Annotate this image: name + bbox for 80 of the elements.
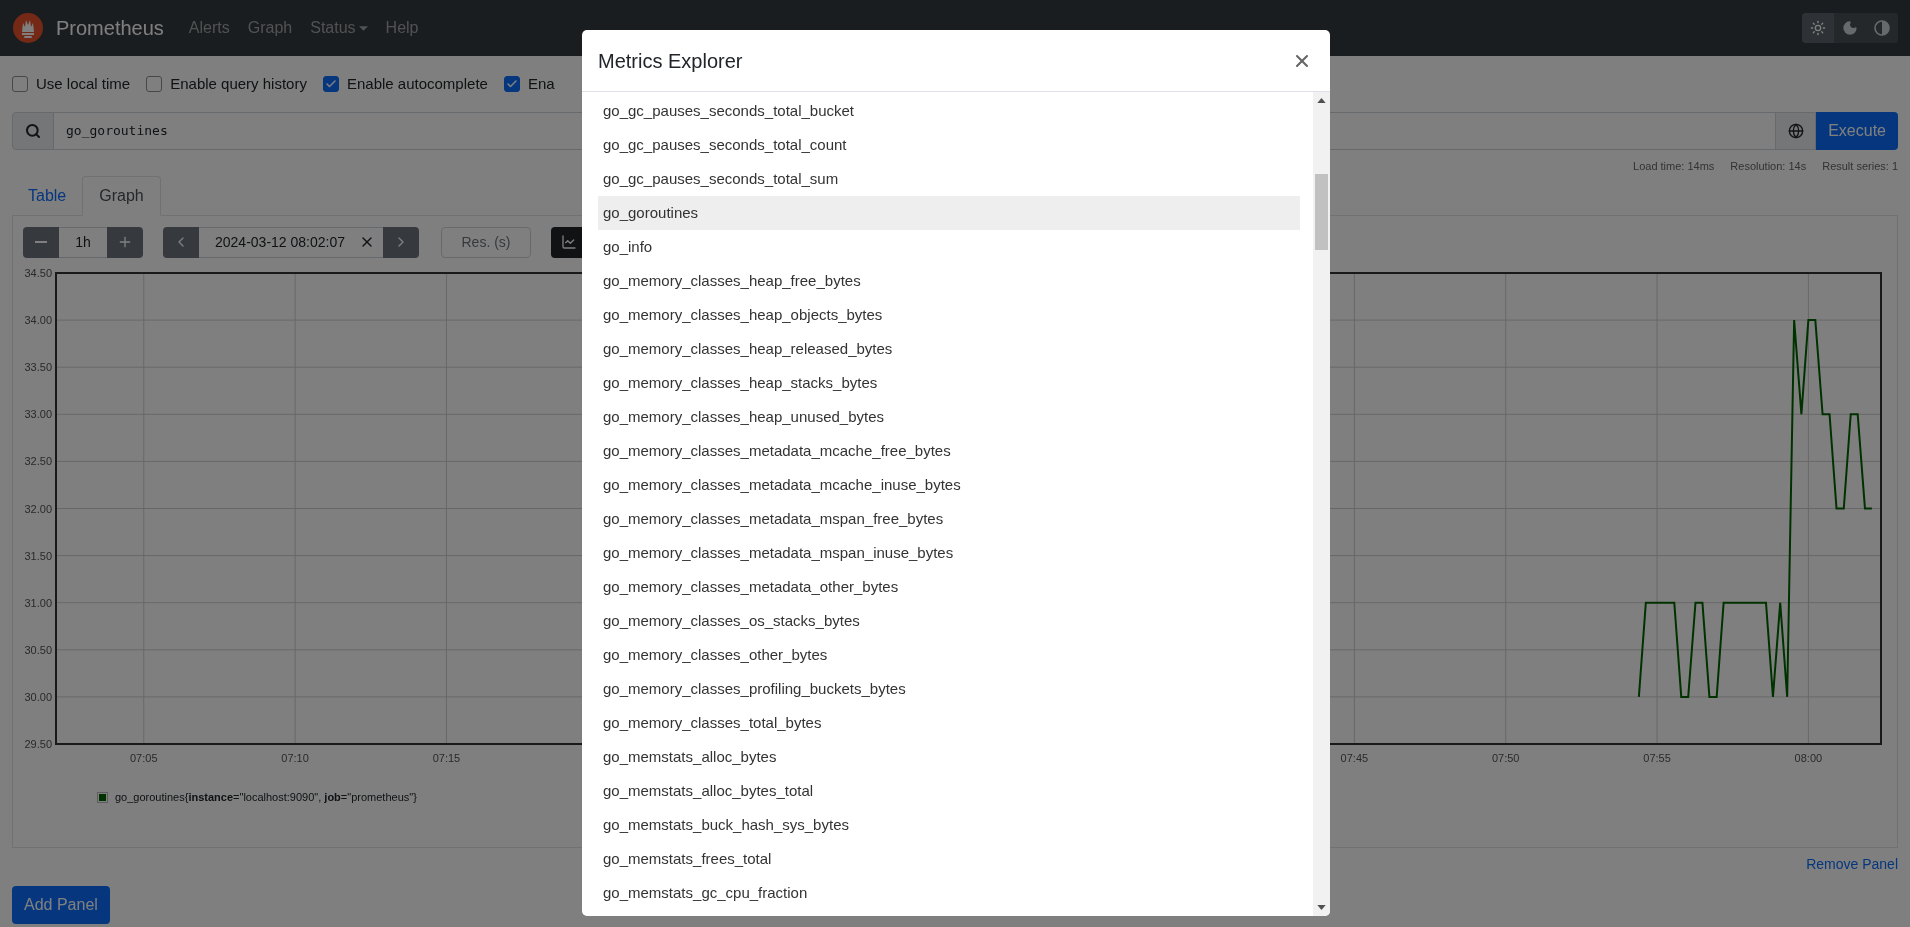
metric-item[interactable]: go_memstats_frees_total [598,842,1300,876]
next-time-button[interactable] [383,226,419,258]
metric-item[interactable]: go_goroutines [598,196,1300,230]
y-tick-label: 33.50 [24,361,52,374]
metric-item[interactable]: go_info [598,230,1300,264]
sun-icon [1810,20,1826,36]
y-tick-label: 29.50 [24,738,52,750]
checkbox-label: Enable autocomplete [346,73,488,94]
metric-item[interactable]: go_memory_classes_other_bytes [598,638,1300,672]
minus-icon [35,241,47,243]
y-tick-label: 31.50 [24,549,52,562]
y-tick-label: 34.50 [24,267,52,279]
search-icon [25,123,41,139]
metric-item[interactable]: go_memory_classes_metadata_mcache_free_bytes [598,434,1300,468]
brand-title[interactable]: Prometheus [56,13,164,43]
y-tick-label: 32.00 [24,502,52,515]
metric-item[interactable]: go_gc_pauses_seconds_total_count [598,128,1300,162]
checkbox[interactable] [503,76,520,92]
line-chart-icon [561,234,577,250]
logo-icon [12,12,44,44]
legend-label: go_goroutines{instance="localhost:9090", job="prometheus"} [115,790,417,805]
check-icon [324,78,337,90]
metric-item[interactable]: go_memory_classes_metadata_other_bytes [598,570,1300,604]
metric-item[interactable]: go_gc_pauses_seconds_total_sum [598,162,1300,196]
query-stat: Load time: 14ms [1633,159,1715,174]
metric-item[interactable]: go_memory_classes_heap_released_bytes [598,332,1300,366]
checkbox[interactable] [146,76,163,92]
tab[interactable]: Graph [82,176,161,216]
x-tick-label: 07:10 [281,752,309,764]
x-tick-label: 07:15 [432,752,461,764]
metrics-explorer-button[interactable] [1775,112,1817,150]
resolution-input[interactable]: Res. (s) [441,226,531,258]
checkbox-label: Use local time [36,73,131,94]
checkbox-label: Ena [527,73,555,94]
checkbox-label: Enable query history [170,73,307,94]
metric-item[interactable]: go_memory_classes_total_bytes [598,706,1300,740]
y-tick-label: 31.00 [24,596,52,609]
metric-item[interactable]: go_gc_pauses_seconds_total_bucket [598,94,1300,128]
check-icon [505,78,518,90]
x-tick-label: 07:50 [1491,752,1520,764]
metric-item[interactable]: go_memstats_alloc_bytes_total [598,774,1300,808]
contrast-icon [1874,20,1890,36]
y-tick-label: 33.00 [24,408,52,421]
query-stat: Resolution: 14s [1730,159,1807,174]
theme-button[interactable] [1802,13,1834,43]
previous-time-button[interactable] [163,226,199,258]
checkbox[interactable] [322,76,339,92]
moon-icon [1842,20,1858,36]
metric-item[interactable]: go_memory_classes_os_stacks_bytes [598,604,1300,638]
globe-icon [1787,123,1804,139]
y-tick-label: 34.00 [24,314,52,327]
x-tick-label: 07:45 [1340,752,1369,764]
metric-item[interactable]: go_memory_classes_profiling_buckets_bytes [598,672,1300,706]
y-tick-label: 30.00 [24,690,52,703]
x-tick-label: 07:55 [1643,752,1671,764]
y-tick-label: 30.50 [24,643,52,656]
y-tick-label: 32.50 [24,455,52,468]
metric-item[interactable]: go_memory_classes_heap_free_bytes [598,264,1300,298]
plus-icon [117,234,133,250]
metric-item[interactable]: go_memory_classes_heap_unused_bytes [598,400,1300,434]
metric-item[interactable]: go_memstats_alloc_bytes [598,740,1300,774]
metric-item[interactable]: go_memory_classes_heap_objects_bytes [598,298,1300,332]
query-stat: Result series: 1 [1822,159,1898,174]
x-tick-label: 08:00 [1794,752,1823,764]
decrease-range-button[interactable] [23,226,59,258]
x-tick-label: 07:05 [130,752,158,764]
metric-item[interactable]: go_memory_classes_metadata_mspan_free_bytes [598,502,1300,536]
end-time-field[interactable]: 2024-03-12 08:02:07 [199,226,383,258]
dialog-title: Metrics Explorer [598,48,743,74]
metric-item[interactable]: go_memstats_buck_hash_sys_bytes [598,808,1300,842]
scrollbar[interactable] [1313,92,1330,916]
metric-item[interactable]: go_memory_classes_heap_stacks_bytes [598,366,1300,400]
scroll-down-icon [1317,905,1326,910]
metric-item[interactable]: go_memory_classes_metadata_mcache_inuse_bytes [598,468,1300,502]
metric-item[interactable]: go_memstats_gc_cpu_fraction [598,876,1300,910]
increase-range-button[interactable] [107,226,143,258]
metric-item[interactable]: go_memory_classes_metadata_mspan_inuse_bytes [598,536,1300,570]
scrollbar-thumb[interactable] [1315,174,1328,250]
checkbox[interactable] [12,76,28,92]
scroll-up-icon [1317,98,1326,103]
